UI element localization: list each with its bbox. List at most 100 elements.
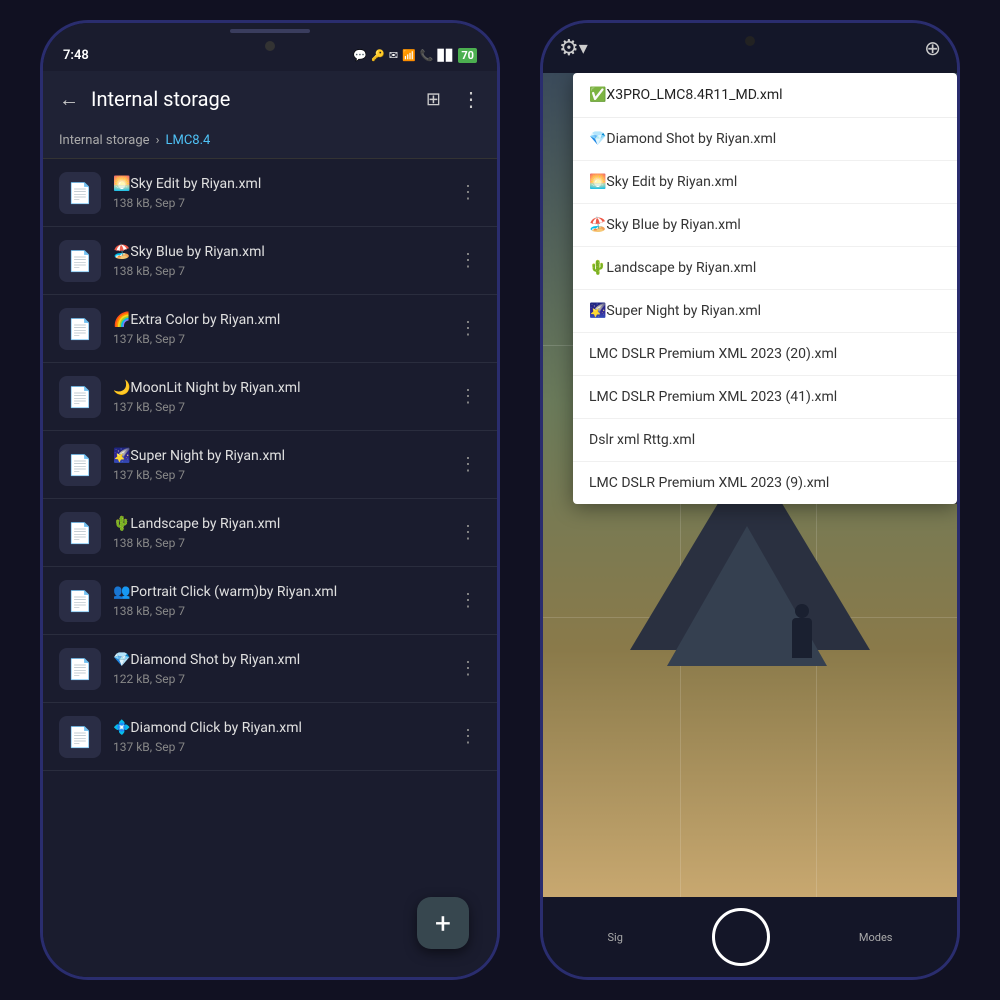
file-meta: 137 kB, Sep 7	[113, 400, 443, 414]
file-icon: 📄	[68, 521, 93, 545]
more-options-icon[interactable]: ⋮	[461, 87, 481, 111]
battery-badge: 70	[458, 48, 477, 63]
list-item[interactable]: 📄 💎Diamond Shot by Riyan.xml 122 kB, Sep…	[43, 635, 497, 703]
file-meta: 138 kB, Sep 7	[113, 604, 443, 618]
grid-view-icon[interactable]: ⊞	[426, 89, 441, 110]
dropdown-header[interactable]: ✅X3PRO_LMC8.4R11_MD.xml	[573, 73, 957, 118]
front-camera	[265, 41, 275, 51]
list-item[interactable]: 📄 🌵Landscape by Riyan.xml 138 kB, Sep 7 …	[43, 499, 497, 567]
file-more-icon[interactable]: ⋮	[455, 382, 481, 411]
status-time: 7:48	[63, 48, 89, 63]
person-silhouette	[792, 618, 812, 658]
status-bar-right	[543, 23, 957, 55]
file-name: 🌵Landscape by Riyan.xml	[113, 515, 443, 533]
msg-icon: 💬	[353, 49, 367, 62]
front-camera-right	[745, 36, 755, 46]
left-phone: 7:48 💬 🔑 ✉ 📶 📞 ▊▊ 70 ← Internal storage …	[40, 20, 500, 980]
file-more-icon[interactable]: ⋮	[455, 586, 481, 615]
file-icon: 📄	[68, 385, 93, 409]
call-icon: 📞	[420, 49, 434, 62]
file-more-icon[interactable]: ⋮	[455, 178, 481, 207]
sig-label[interactable]: Sig	[608, 931, 623, 944]
preset-dropdown: ✅X3PRO_LMC8.4R11_MD.xml 💎Diamond Shot by…	[573, 73, 957, 504]
vpn-icon: 🔑	[371, 49, 385, 62]
dropdown-item-0[interactable]: 💎Diamond Shot by Riyan.xml	[573, 118, 957, 161]
file-icon-box: 📄	[59, 716, 101, 758]
camera-viewfinder: AUTOISO Auto11:11 ✅X3PRO_LMC8.4R11_MD.xm…	[543, 73, 957, 897]
file-icon: 📄	[68, 453, 93, 477]
shutter-button[interactable]	[712, 908, 770, 966]
dropdown-item-5[interactable]: LMC DSLR Premium XML 2023 (20).xml	[573, 333, 957, 376]
fab-add-button[interactable]: +	[417, 897, 469, 949]
file-meta: 137 kB, Sep 7	[113, 468, 443, 482]
list-item[interactable]: 📄 🌈Extra Color by Riyan.xml 137 kB, Sep …	[43, 295, 497, 363]
file-icon-box: 📄	[59, 172, 101, 214]
file-list: 📄 🌅Sky Edit by Riyan.xml 138 kB, Sep 7 ⋮…	[43, 159, 497, 977]
breadcrumb-root[interactable]: Internal storage	[59, 133, 150, 148]
file-icon-box: 📄	[59, 580, 101, 622]
file-name: 🌅Sky Edit by Riyan.xml	[113, 175, 443, 193]
file-meta: 138 kB, Sep 7	[113, 536, 443, 550]
right-phone: ⚙ ▾ ⊕ AUTOISO Auto11:11	[540, 20, 960, 980]
dropdown-item-1[interactable]: 🌅Sky Edit by Riyan.xml	[573, 161, 957, 204]
file-icon: 📄	[68, 725, 93, 749]
dropdown-item-6[interactable]: LMC DSLR Premium XML 2023 (41).xml	[573, 376, 957, 419]
file-info: 🌙MoonLit Night by Riyan.xml 137 kB, Sep …	[113, 379, 443, 413]
file-info: 💠Diamond Click by Riyan.xml 137 kB, Sep …	[113, 719, 443, 753]
file-meta: 122 kB, Sep 7	[113, 672, 443, 686]
camera-bottom-bar: Sig Modes	[543, 897, 957, 977]
file-meta: 137 kB, Sep 7	[113, 740, 443, 754]
file-info: 🌵Landscape by Riyan.xml 138 kB, Sep 7	[113, 515, 443, 549]
list-item[interactable]: 📄 👥Portrait Click (warm)by Riyan.xml 138…	[43, 567, 497, 635]
file-more-icon[interactable]: ⋮	[455, 518, 481, 547]
file-icon-box: 📄	[59, 376, 101, 418]
file-more-icon[interactable]: ⋮	[455, 246, 481, 275]
file-name: 👥Portrait Click (warm)by Riyan.xml	[113, 583, 443, 601]
file-info: 🌠Super Night by Riyan.xml 137 kB, Sep 7	[113, 447, 443, 481]
file-info: 🏖️Sky Blue by Riyan.xml 138 kB, Sep 7	[113, 243, 443, 277]
file-icon-box: 📄	[59, 444, 101, 486]
file-icon: 📄	[68, 657, 93, 681]
file-name: 🏖️Sky Blue by Riyan.xml	[113, 243, 443, 261]
page-title: Internal storage	[91, 87, 414, 111]
file-name: 🌠Super Night by Riyan.xml	[113, 447, 443, 465]
file-info: 👥Portrait Click (warm)by Riyan.xml 138 k…	[113, 583, 443, 617]
app-header: ← Internal storage ⊞ ⋮	[43, 71, 497, 127]
file-name: 🌙MoonLit Night by Riyan.xml	[113, 379, 443, 397]
dropdown-item-2[interactable]: 🏖️Sky Blue by Riyan.xml	[573, 204, 957, 247]
file-more-icon[interactable]: ⋮	[455, 314, 481, 343]
file-meta: 138 kB, Sep 7	[113, 264, 443, 278]
file-more-icon[interactable]: ⋮	[455, 654, 481, 683]
mail-icon: ✉	[389, 49, 398, 62]
file-name: 🌈Extra Color by Riyan.xml	[113, 311, 443, 329]
wifi-icon: 📶	[402, 49, 416, 62]
list-item[interactable]: 📄 💠Diamond Click by Riyan.xml 137 kB, Se…	[43, 703, 497, 771]
file-info: 💎Diamond Shot by Riyan.xml 122 kB, Sep 7	[113, 651, 443, 685]
back-button[interactable]: ←	[59, 87, 79, 112]
signal-icon: ▊▊	[437, 49, 454, 62]
list-item[interactable]: 📄 🌅Sky Edit by Riyan.xml 138 kB, Sep 7 ⋮	[43, 159, 497, 227]
list-item[interactable]: 📄 🌙MoonLit Night by Riyan.xml 137 kB, Se…	[43, 363, 497, 431]
dropdown-item-3[interactable]: 🌵Landscape by Riyan.xml	[573, 247, 957, 290]
file-more-icon[interactable]: ⋮	[455, 722, 481, 751]
breadcrumb-current[interactable]: LMC8.4	[165, 133, 210, 148]
dropdown-item-8[interactable]: LMC DSLR Premium XML 2023 (9).xml	[573, 462, 957, 504]
file-icon: 📄	[68, 589, 93, 613]
file-meta: 138 kB, Sep 7	[113, 196, 443, 210]
list-item[interactable]: 📄 🌠Super Night by Riyan.xml 137 kB, Sep …	[43, 431, 497, 499]
file-name: 💠Diamond Click by Riyan.xml	[113, 719, 443, 737]
file-icon: 📄	[68, 249, 93, 273]
file-meta: 137 kB, Sep 7	[113, 332, 443, 346]
file-info: 🌅Sky Edit by Riyan.xml 138 kB, Sep 7	[113, 175, 443, 209]
list-item[interactable]: 📄 🏖️Sky Blue by Riyan.xml 138 kB, Sep 7 …	[43, 227, 497, 295]
breadcrumb-separator: ›	[156, 133, 160, 148]
notch-bar	[43, 23, 497, 35]
status-icons: 💬 🔑 ✉ 📶 📞 ▊▊ 70	[353, 48, 477, 63]
dropdown-item-4[interactable]: 🌠Super Night by Riyan.xml	[573, 290, 957, 333]
file-icon-box: 📄	[59, 648, 101, 690]
modes-label[interactable]: Modes	[859, 931, 893, 944]
file-more-icon[interactable]: ⋮	[455, 450, 481, 479]
file-icon: 📄	[68, 317, 93, 341]
dropdown-item-7[interactable]: Dslr xml Rttg.xml	[573, 419, 957, 462]
breadcrumb: Internal storage › LMC8.4	[43, 127, 497, 158]
